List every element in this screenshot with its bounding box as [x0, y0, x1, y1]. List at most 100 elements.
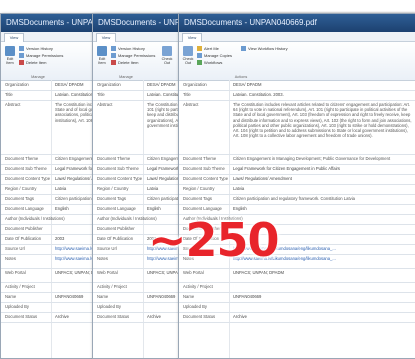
check-out-button[interactable]: Check Out — [161, 46, 173, 65]
property-label: Source Url — [5, 246, 25, 251]
property-label: Title — [97, 92, 105, 97]
history-icon — [241, 46, 246, 52]
version-history-button[interactable]: Version History — [111, 46, 145, 52]
property-label: Activity / Project — [5, 284, 35, 289]
history-icon — [111, 46, 116, 52]
property-label: Abstract — [183, 102, 199, 107]
property-value: Citizen participation and regulatory fra… — [233, 196, 355, 201]
manage-permissions-button[interactable]: Manage Permissions — [111, 53, 155, 59]
property-label: Organization — [183, 82, 207, 87]
edit-item-button[interactable]: Edit Item — [4, 46, 16, 65]
ribbon-tab-row: View — [179, 32, 415, 42]
property-label: Abstract — [5, 102, 21, 107]
tab-view[interactable]: View — [182, 33, 202, 42]
document-window-3: DMSDocuments - UNPAN040669.pdf View Chec… — [178, 13, 415, 359]
property-value: Latvian. Constitution. 2003. — [233, 92, 284, 97]
property-value: Citizen Engagement in Managing Developme… — [233, 156, 391, 161]
property-label: Document Theme — [97, 156, 131, 161]
property-label: Date Of Publication — [5, 236, 42, 241]
property-label: Document Tags — [183, 196, 213, 201]
property-label: Document Status — [5, 314, 38, 319]
alert-me-button[interactable]: Alert Me — [197, 46, 219, 52]
delete-item-button[interactable]: Delete Item — [111, 60, 138, 66]
check-out-button[interactable]: Check Out — [182, 46, 194, 65]
workflow-icon — [197, 60, 202, 66]
property-label: Document Content Type — [183, 176, 229, 181]
edit-icon — [5, 46, 15, 56]
property-label: Web Portal — [5, 270, 26, 275]
property-label: Source Url — [97, 246, 117, 251]
ribbon-group-manage: Manage — [31, 75, 45, 79]
property-row: Document Status Archive — [179, 312, 415, 323]
check-out-icon — [183, 46, 193, 56]
property-value: Laws/ Regulations/ Amendment — [233, 176, 292, 181]
property-label: Document Status — [97, 314, 130, 319]
overlay-count-label: ~250 — [148, 213, 280, 267]
permissions-icon — [19, 53, 24, 59]
property-label: Document Language — [97, 206, 136, 211]
bell-icon — [197, 46, 202, 52]
property-label: Name — [5, 294, 17, 299]
property-label: Document Sub Theme — [97, 166, 139, 171]
property-label: Document Content Type — [5, 176, 51, 181]
property-label: Activity / Project — [97, 284, 127, 289]
property-label: Document Theme — [5, 156, 39, 161]
check-out-icon — [162, 46, 172, 56]
tab-view[interactable]: View — [4, 33, 24, 42]
property-label: Document Status — [183, 314, 216, 319]
property-label: Title — [183, 92, 191, 97]
property-label: Uploaded By — [183, 304, 207, 309]
property-label: Uploaded By — [5, 304, 29, 309]
screenshot-stack: DMSDocuments - UNPAN040 View Edit Item V… — [0, 0, 415, 359]
property-label: Author (Individuals / Institutions) — [5, 216, 65, 221]
property-label: Web Portal — [183, 270, 204, 275]
tab-view[interactable]: View — [96, 33, 116, 42]
delete-icon — [111, 60, 116, 66]
property-label: Document Content Type — [97, 176, 143, 181]
property-label: Document Language — [183, 206, 222, 211]
permissions-icon — [111, 53, 116, 59]
workflows-button[interactable]: Workflows — [197, 60, 222, 66]
property-label: Region / Country — [97, 186, 129, 191]
property-label: Web Portal — [97, 270, 118, 275]
property-value: DESA/ DPADM — [233, 82, 262, 87]
property-label: Region / Country — [5, 186, 37, 191]
property-label: Region / Country — [183, 186, 215, 191]
delete-icon — [19, 60, 24, 66]
property-label: Date Of Publication — [97, 236, 134, 241]
property-label: Uploaded By — [97, 304, 121, 309]
edit-item-button[interactable]: Edit Item — [96, 46, 108, 65]
property-label: Document Tags — [97, 196, 127, 201]
property-value: English — [233, 206, 247, 211]
property-value: Archive — [233, 314, 247, 319]
view-workflow-history-button[interactable]: View Workflow History — [241, 46, 288, 52]
property-value: Latvia — [233, 186, 245, 191]
version-history-button[interactable]: Version History — [19, 46, 53, 52]
ribbon-group-manage: Manage — [119, 75, 133, 79]
delete-item-button[interactable]: Delete Item — [19, 60, 46, 66]
property-value: UNPACS; UNPAN; DPADM — [233, 270, 284, 275]
manage-permissions-button[interactable]: Manage Permissions — [19, 53, 63, 59]
property-label: Notes — [5, 256, 16, 261]
property-label: Document Publisher — [5, 226, 43, 231]
manage-copies-button[interactable]: Manage Copies — [197, 53, 232, 59]
ribbon: Check Out Alert Me Manage Copies Workflo… — [179, 42, 415, 81]
history-icon — [19, 46, 24, 52]
property-label: Activity / Project — [183, 284, 213, 289]
property-value: The Constitution includes relevant artic… — [233, 102, 412, 139]
window-title: DMSDocuments - UNPAN040669.pdf — [179, 14, 415, 32]
property-row: Abstract The Constitution includes releva… — [179, 100, 415, 155]
property-label: Title — [5, 92, 13, 97]
property-label: Name — [97, 294, 109, 299]
copies-icon — [197, 53, 202, 59]
property-value: Legal Framework for Citizen Engagement i… — [233, 166, 340, 171]
property-label: Document Sub Theme — [5, 166, 47, 171]
property-label: Organization — [5, 82, 29, 87]
property-label: Document Tags — [5, 196, 35, 201]
property-label: Name — [183, 294, 195, 299]
property-label: Abstract — [97, 102, 113, 107]
ribbon-group-actions: Actions — [234, 75, 248, 79]
property-label: Document Publisher — [97, 226, 135, 231]
property-label: Document Theme — [183, 156, 217, 161]
edit-icon — [97, 46, 107, 56]
